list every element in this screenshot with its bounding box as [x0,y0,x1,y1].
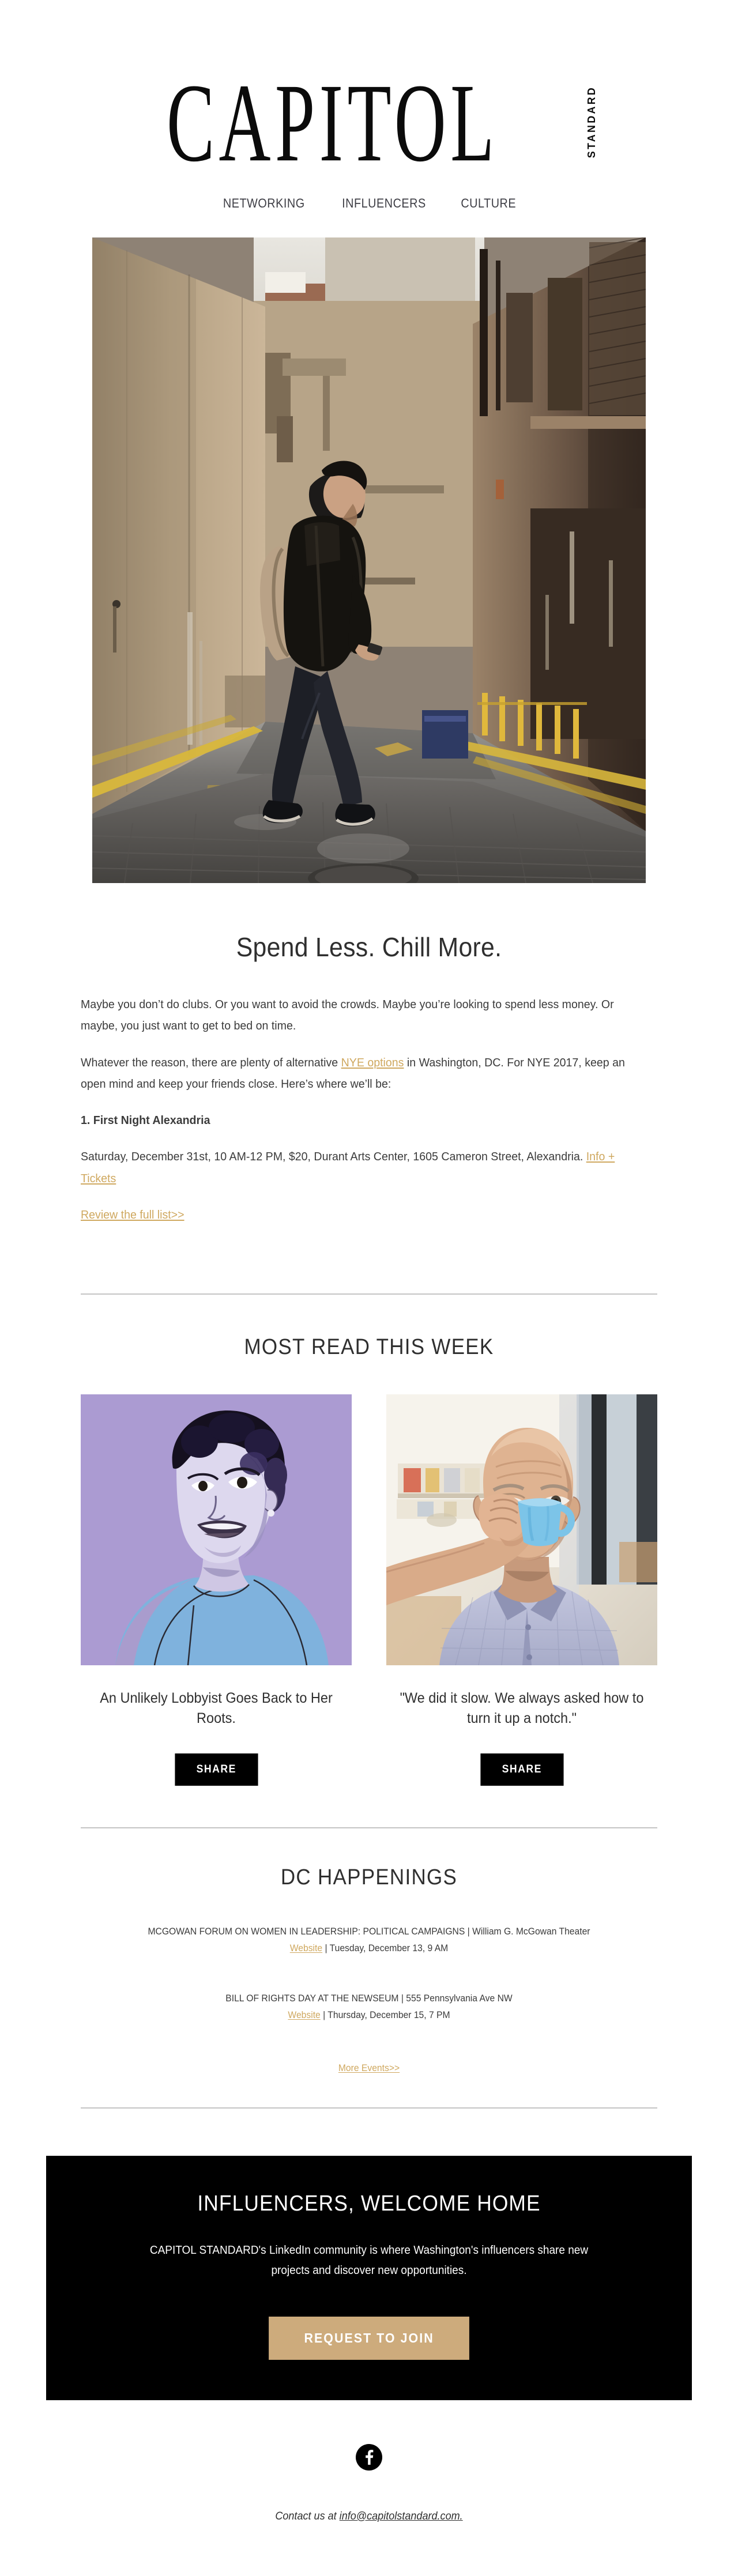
review-full-list-link[interactable]: Review the full list>> [81,1208,184,1221]
article-paragraph-1: Maybe you don’t do clubs. Or you want to… [81,998,614,1033]
event-2-website-link[interactable]: Website [288,2010,320,2020]
brand-logo[interactable]: CAPITOL STANDARD [166,60,597,185]
footer: Contact us at info@capitolstandard.com. [0,2400,738,2576]
event-2-name-venue: BILL OF RIGHTS DAY AT THE NEWSEUM | 555 … [225,1993,513,2004]
nye-options-link[interactable]: NYE options [341,1056,404,1069]
nav-item-networking[interactable]: NETWORKING [223,196,305,211]
promo-button-wrap: REQUEST TO JOIN [46,2281,692,2360]
article-card-1: An Unlikely Lobbyist Goes Back to Her Ro… [81,1394,352,1786]
facebook-icon[interactable] [356,2443,382,2471]
share-button-2[interactable]: SHARE [480,1753,563,1786]
share-wrap-1: SHARE [81,1728,352,1786]
article-title-1[interactable]: An Unlikely Lobbyist Goes Back to Her Ro… [89,1665,344,1728]
logo-block[interactable]: CAPITOL STANDARD [101,60,637,193]
events-list: MCGOWAN FORUM ON WOMEN IN LEADERSHIP: PO… [81,1923,657,2074]
nav-item-influencers[interactable]: INFLUENCERS [342,196,426,211]
more-events-link[interactable]: More Events>> [338,2063,400,2073]
article-card-2: "We did it slow. We always asked how to … [386,1394,657,1786]
main-nav: NETWORKING INFLUENCERS CULTURE [0,193,738,237]
article-headline: Spend Less. Chill More. [236,932,502,962]
event-item-2: BILL OF RIGHTS DAY AT THE NEWSEUM | 555 … [81,1990,657,2027]
article-title-2[interactable]: "We did it slow. We always asked how to … [394,1665,649,1728]
event-1-meta: Website | Tuesday, December 13, 9 AM [95,1940,643,1957]
share-button-1[interactable]: SHARE [175,1753,258,1786]
event-1-name-venue: MCGOWAN FORUM ON WOMEN IN LEADERSHIP: PO… [148,1926,590,1937]
event-2-datetime: Thursday, December 15, 7 PM [327,2010,450,2020]
newsletter-page: CAPITOL STANDARD NETWORKING INFLUENCERS … [0,0,738,2576]
request-to-join-button[interactable]: REQUEST TO JOIN [269,2316,469,2360]
event-1-website-link[interactable]: Website [290,1943,322,1953]
event-2-meta: Website | Thursday, December 15, 7 PM [95,2007,643,2024]
most-read-cards: An Unlikely Lobbyist Goes Back to Her Ro… [81,1394,657,1786]
brand-wordmark-sub: STANDARD [586,85,598,158]
most-read-title: MOST READ THIS WEEK [244,1335,494,1360]
event-1-datetime: Tuesday, December 13, 9 AM [329,1943,449,1954]
para2-text-before: Whatever the reason, there are plenty of… [81,1055,341,1069]
event-item-heading: 1. First Night Alexandria [81,1114,210,1127]
promo-title: INFLUENCERS, WELCOME HOME [197,2191,541,2216]
promo-body: CAPITOL STANDARD's LinkedIn community is… [149,2243,589,2277]
contact-email-link[interactable]: info@capitolstandard.com. [340,2510,463,2522]
event-1-separator: | [322,1943,330,1954]
share-wrap-2: SHARE [386,1728,657,1786]
event-item-1: MCGOWAN FORUM ON WOMEN IN LEADERSHIP: PO… [81,1923,657,1960]
contact-prefix: Contact us at [275,2510,340,2522]
event-item-detail: Saturday, December 31st, 10 AM-12 PM, $2… [81,1146,631,1189]
article-body: Maybe you don’t do clubs. Or you want to… [81,967,657,1225]
masthead: CAPITOL STANDARD [0,0,738,193]
nav-item-culture[interactable]: CULTURE [461,196,517,211]
full-list-paragraph: Review the full list>> [81,1204,631,1225]
event-2-separator: | [320,2010,328,2020]
brand-wordmark: CAPITOL [166,61,499,185]
contact-line: Contact us at info@capitolstandard.com. [18,2473,720,2523]
hero-image[interactable] [92,237,646,883]
happenings-title: DC HAPPENINGS [280,1865,458,1890]
article-image-1[interactable] [81,1394,352,1666]
event-detail-text: Saturday, December 31st, 10 AM-12 PM, $2… [81,1150,586,1164]
article-paragraph-2: Whatever the reason, there are plenty of… [81,1052,631,1095]
promo-banner: INFLUENCERS, WELCOME HOME CAPITOL STANDA… [46,2155,692,2400]
article-image-2[interactable] [386,1394,657,1666]
more-events-wrap: More Events>> [95,2063,643,2074]
